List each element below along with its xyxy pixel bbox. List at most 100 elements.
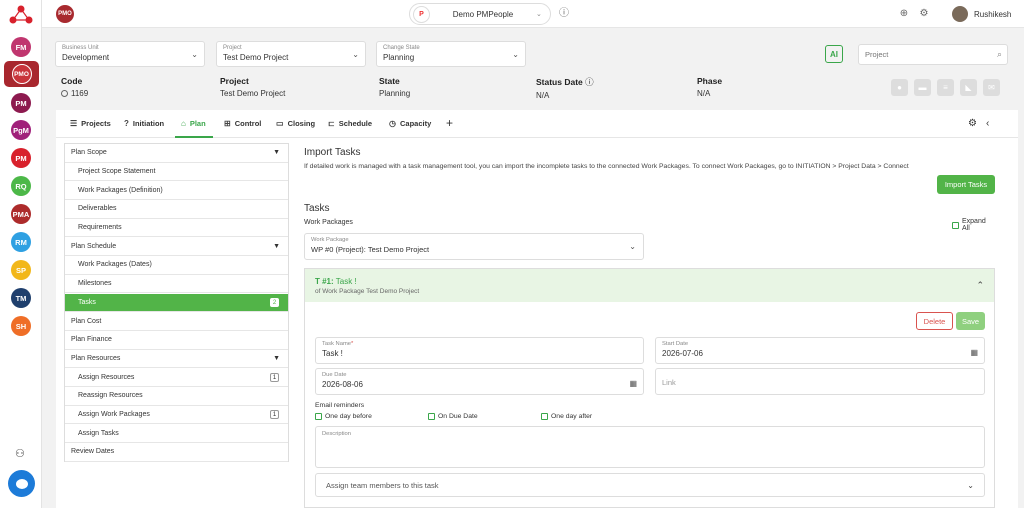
rail-item-pmo[interactable]: PMO [4, 61, 39, 87]
tab-closing[interactable]: ▭ Closing [276, 119, 315, 128]
task-card: T #1: Task ! of Work Package Test Demo P… [304, 268, 995, 508]
list-icon[interactable]: ≡ [937, 79, 954, 96]
code-radio-icon[interactable] [61, 90, 68, 98]
tab-control[interactable]: ⊞ Control [224, 119, 261, 128]
rail-item-pm[interactable]: PM [11, 148, 31, 168]
status-date-header-wrap: Status Date ⓘ [536, 76, 594, 88]
menu-item-assign-work-packages[interactable]: Assign Work Packages 1 [65, 406, 288, 425]
menu-item-review-dates[interactable]: Review Dates [65, 443, 288, 462]
change-state-select[interactable]: Change State Planning ⌄ [376, 41, 526, 67]
calendar-icon[interactable]: ▦ [970, 348, 978, 357]
question-icon: ? [124, 119, 129, 128]
info-icon[interactable]: ⓘ [558, 8, 570, 20]
globe-icon[interactable]: ⊕ [898, 8, 910, 20]
work-package-label: Work Package [311, 237, 349, 243]
calendar-icon[interactable]: ▦ [629, 379, 637, 388]
link-field[interactable]: Link [655, 368, 985, 395]
menu-item-plan-resources[interactable]: Plan Resources ▼ [65, 350, 288, 369]
user-avatar[interactable] [952, 6, 968, 22]
menu-item-assign-resources[interactable]: Assign Resources 1 [65, 368, 288, 387]
rail-item-pm[interactable]: PM [11, 93, 31, 113]
delete-button[interactable]: Delete [916, 312, 953, 330]
reminder-one-day-after[interactable]: One day after [541, 413, 592, 420]
tab-label: Closing [287, 119, 316, 128]
chevron-up-icon[interactable]: ⌃ [976, 280, 984, 291]
import-tasks-button[interactable]: Import Tasks [937, 175, 995, 194]
task-card-title: T #1: Task ! [315, 277, 357, 286]
help-icon[interactable]: ⓘ [585, 77, 594, 87]
tab-schedule[interactable]: ⊏ Schedule [328, 119, 372, 128]
menu-item-work-packages-definition[interactable]: Work Packages (Definition) [65, 181, 288, 200]
folder-icon[interactable]: ▬ [914, 79, 931, 96]
project-select[interactable]: Project Test Demo Project ⌄ [216, 41, 366, 67]
project-search-input[interactable] [859, 45, 989, 64]
menu-item-plan-finance[interactable]: Plan Finance [65, 331, 288, 350]
rail-item-tm[interactable]: TM [11, 288, 31, 308]
gear-icon[interactable]: ⚙ [968, 118, 977, 129]
caret-down-icon[interactable]: ▼ [273, 149, 280, 156]
reminder-one-day-before[interactable]: One day before [315, 413, 372, 420]
count-badge: 1 [270, 372, 279, 382]
caret-down-icon[interactable]: ▼ [273, 355, 280, 362]
rail-item-pgm[interactable]: PgM [11, 120, 31, 140]
org-name: Demo PMPeople [452, 9, 514, 19]
menu-item-label: Assign Tasks [78, 429, 119, 437]
rail-item-sp[interactable]: SP [11, 260, 31, 280]
start-date-field[interactable]: Start Date 2026-07-06 ▦ [655, 337, 985, 364]
chat-help-button[interactable] [8, 470, 35, 497]
task-card-header[interactable]: T #1: Task ! of Work Package Test Demo P… [305, 269, 994, 302]
caret-down-icon[interactable]: ▼ [273, 243, 280, 250]
menu-item-reassign-resources[interactable]: Reassign Resources [65, 387, 288, 406]
rail-item-sh[interactable]: SH [11, 316, 31, 336]
work-package-select[interactable]: Work Package WP #0 (Project): Test Demo … [304, 233, 644, 260]
rail-item-pma[interactable]: PMA [11, 204, 31, 224]
chevron-down-icon: ⌄ [536, 11, 542, 18]
expand-all-checkbox[interactable]: Expand All [952, 218, 995, 232]
mail-icon[interactable]: ✉ [983, 79, 1000, 96]
rail-item-fm[interactable]: FM [11, 37, 31, 57]
comment-icon[interactable]: ● [891, 79, 908, 96]
code-column: Code 1169 [61, 76, 88, 98]
menu-item-assign-tasks[interactable]: Assign Tasks [65, 425, 288, 444]
menu-item-requirements[interactable]: Requirements [65, 219, 288, 238]
left-rail: PMO FM PM PgM PM RQ PMA RM SP TM SH ⚇ [0, 0, 42, 508]
project-search[interactable]: ⌕ [858, 44, 1008, 65]
tab-plan[interactable]: ⌂ Plan [181, 119, 206, 128]
chart-icon[interactable]: ◣ [960, 79, 977, 96]
description-field[interactable]: Description [315, 426, 985, 468]
menu-item-plan-schedule[interactable]: Plan Schedule ▼ [65, 238, 288, 257]
menu-item-plan-scope[interactable]: Plan Scope ▼ [65, 144, 288, 163]
tasks-content: Import Tasks If detailed work is managed… [304, 143, 995, 508]
rail-item-rm[interactable]: RM [11, 232, 31, 252]
pmo-badge[interactable]: PMO [56, 5, 74, 23]
menu-item-tasks[interactable]: Tasks 2 [65, 293, 288, 313]
add-tab-icon[interactable]: + [446, 116, 453, 130]
menu-item-work-packages-dates[interactable]: Work Packages (Dates) [65, 256, 288, 275]
organization-selector[interactable]: P Demo PMPeople ⌄ [409, 3, 551, 25]
add-user-icon[interactable]: ⚇ [15, 447, 25, 460]
tab-initiation[interactable]: ? Initiation [124, 119, 164, 128]
checkbox-icon [428, 413, 435, 420]
business-unit-select[interactable]: Business Unit Development ⌄ [55, 41, 205, 67]
user-name[interactable]: Rushikesh [974, 10, 1011, 19]
menu-item-plan-cost[interactable]: Plan Cost [65, 312, 288, 331]
due-date-field[interactable]: Due Date 2026-08-06 ▦ [315, 368, 644, 395]
code-header: Code [61, 76, 83, 86]
ai-assistant-icon[interactable]: AI [825, 45, 843, 63]
tab-projects[interactable]: ☰ Projects [70, 119, 111, 128]
assign-team-members-accordion[interactable]: Assign team members to this task ⌄ [315, 473, 985, 497]
gear-icon[interactable]: ⚙ [918, 8, 930, 20]
menu-item-project-scope-statement[interactable]: Project Scope Statement [65, 163, 288, 182]
task-name-inline: Task ! [335, 277, 357, 286]
task-name-field[interactable]: Task Name* Task ! [315, 337, 644, 364]
app-logo[interactable] [8, 4, 34, 26]
save-button[interactable]: Save [956, 312, 985, 330]
chevron-down-icon: ⌄ [967, 480, 974, 490]
rail-item-rq[interactable]: RQ [11, 176, 31, 196]
tab-capacity[interactable]: ◷ Capacity [389, 119, 431, 128]
collapse-chevron-icon[interactable]: ‹ [986, 118, 989, 129]
reminder-on-due-date[interactable]: On Due Date [428, 413, 478, 420]
menu-item-deliverables[interactable]: Deliverables [65, 200, 288, 219]
state-column: State Planning [379, 76, 410, 98]
menu-item-milestones[interactable]: Milestones [65, 275, 288, 294]
